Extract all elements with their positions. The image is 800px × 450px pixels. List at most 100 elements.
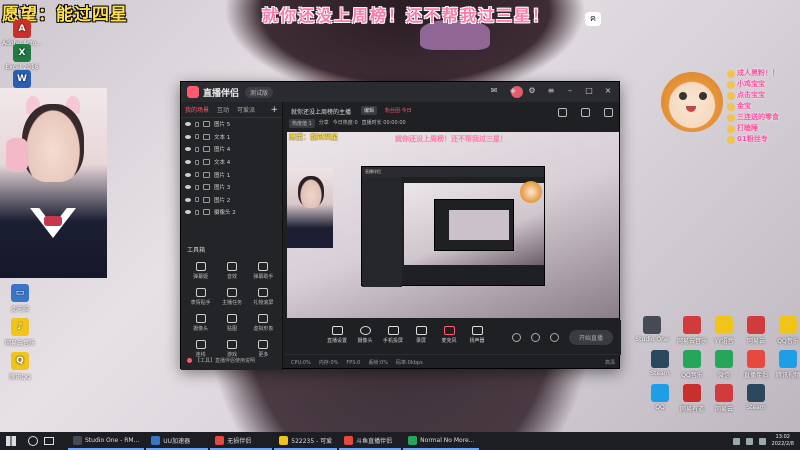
layer-item[interactable]: 图片 4: [181, 143, 282, 156]
tool-item[interactable]: 弹幕助手: [248, 262, 279, 280]
visibility-icon[interactable]: [185, 134, 191, 139]
speaker-button[interactable]: 扬声器: [463, 326, 491, 344]
message-icon[interactable]: ✉: [489, 86, 499, 96]
screen-record-button[interactable]: 录屏: [407, 326, 435, 344]
record-icon[interactable]: [581, 108, 590, 117]
fullscreen-icon[interactable]: [604, 108, 613, 117]
minimize-icon[interactable]: –: [565, 86, 575, 96]
steam-icon: [747, 384, 765, 402]
lock-icon[interactable]: [195, 146, 199, 152]
lock-icon[interactable]: [195, 184, 199, 190]
desktop-icon[interactable]: A Adobe Acro...: [2, 20, 42, 47]
camera-icon: [359, 326, 371, 335]
start-button[interactable]: [0, 432, 22, 450]
visibility-icon[interactable]: [185, 197, 191, 202]
add-scene-icon[interactable]: +: [270, 105, 278, 115]
layer-item[interactable]: 图片 2: [181, 194, 282, 207]
desktop-icon[interactable]: 腾讯视频: [768, 350, 800, 379]
tab-interact[interactable]: 互动: [217, 105, 229, 114]
tool-item[interactable]: 连线: [185, 340, 216, 358]
title-bar[interactable]: 直播伴侣 测试版 ✉ ◈ ⚙ ≡ – □ ×: [181, 82, 619, 102]
effects-icon[interactable]: [530, 333, 540, 342]
maximize-icon[interactable]: □: [584, 86, 594, 96]
desktop-icon[interactable]: ▭ 此电脑: [0, 284, 40, 313]
lock-icon[interactable]: [195, 134, 199, 140]
visibility-icon[interactable]: [185, 185, 191, 190]
task-view-icon[interactable]: [44, 437, 54, 445]
live-companion-window[interactable]: 直播伴侣 测试版 ✉ ◈ ⚙ ≡ – □ × 我的场景 互动 可爱派 + 图片 …: [180, 81, 621, 370]
lock-icon[interactable]: [195, 121, 199, 127]
visibility-icon[interactable]: [185, 172, 191, 177]
layer-item[interactable]: 摄像头 2: [181, 206, 282, 219]
tab-scene[interactable]: 我的场景: [185, 105, 209, 114]
phone-cast-button[interactable]: 手机投屏: [379, 326, 407, 344]
desktop-icon[interactable]: Studio One: [632, 316, 672, 343]
edit-title-button[interactable]: 编辑: [361, 106, 378, 115]
layer-item[interactable]: 图片 1: [181, 168, 282, 181]
fans-label[interactable]: 粉丝团·今日: [385, 107, 412, 114]
tool-item[interactable]: 礼物滚屏: [248, 288, 279, 306]
layer-type-icon: [203, 196, 210, 203]
tool-item[interactable]: 弹幕姬: [185, 262, 216, 280]
stream-preview[interactable]: 愿望：能过四星 就你还没上周榜！还不帮我过三星！ 直播伴侣: [287, 132, 619, 318]
lock-icon[interactable]: [195, 159, 199, 165]
camera-button[interactable]: 摄像头: [351, 326, 379, 344]
menu-icon[interactable]: ≡: [546, 86, 556, 96]
desktop-icon[interactable]: Steam: [736, 384, 776, 411]
gift-row: 点击宝宝: [727, 90, 797, 101]
desktop-icon[interactable]: Q 腾讯QQ: [0, 352, 40, 381]
tab-cute[interactable]: 可爱派: [237, 105, 255, 114]
tool-item[interactable]: 摄像头: [185, 314, 216, 332]
close-icon[interactable]: ×: [603, 86, 613, 96]
taskbar-app[interactable]: UU加速器: [146, 432, 209, 450]
lock-icon[interactable]: [195, 172, 199, 178]
taskbar-app[interactable]: 无损伴侣: [210, 432, 273, 450]
settings-icon[interactable]: ⚙: [527, 86, 537, 96]
visibility-icon[interactable]: [185, 210, 191, 215]
tool-item[interactable]: 虚拟形象: [248, 314, 279, 332]
tool-item[interactable]: 游戏: [216, 340, 247, 358]
help-link[interactable]: 【工具】直播伴侣使用说明: [187, 357, 255, 364]
volume-icon[interactable]: [745, 437, 753, 445]
ime-icon[interactable]: [758, 437, 766, 445]
tool-item[interactable]: 更多: [248, 340, 279, 358]
taskbar-app[interactable]: Normal No More...: [403, 432, 480, 450]
tool-item[interactable]: 主播任务: [216, 288, 247, 306]
layer-item[interactable]: 图片 5: [181, 118, 282, 131]
desktop-icon[interactable]: W: [2, 70, 42, 90]
share-icon[interactable]: [558, 108, 567, 117]
desktop-icon[interactable]: X Excel 2016: [2, 44, 42, 71]
network-icon[interactable]: [732, 437, 740, 445]
gift-icon[interactable]: ◈: [508, 86, 518, 96]
microphone-button[interactable]: 麦克风: [435, 326, 463, 344]
lock-icon[interactable]: [195, 209, 199, 215]
tool-item[interactable]: 表情贴手: [185, 288, 216, 306]
layer-type-icon: [203, 133, 210, 140]
layer-item[interactable]: 文本 1: [181, 131, 282, 144]
beauty-icon[interactable]: [511, 333, 521, 342]
visibility-icon[interactable]: [185, 122, 191, 127]
clock[interactable]: 13:02 2022/2/8: [772, 434, 794, 448]
gift-icon: [727, 135, 735, 144]
tool-item[interactable]: 贴图: [216, 314, 247, 332]
visibility-icon[interactable]: [185, 147, 191, 152]
start-live-button[interactable]: 开始直播: [568, 330, 613, 345]
layer-label: 图片 5: [214, 122, 231, 129]
taskbar-app[interactable]: 522235 - 可爱: [274, 432, 338, 450]
taskbar-app[interactable]: 斗鱼直播伴侣: [339, 432, 402, 450]
quality-selector[interactable]: 高清: [605, 359, 615, 366]
layer-item[interactable]: 文本 4: [181, 156, 282, 169]
gift-icon: [727, 80, 735, 89]
lock-icon[interactable]: [195, 197, 199, 203]
desktop-icon[interactable]: QQ音乐: [768, 316, 800, 345]
taskbar-app[interactable]: Studio One - RM...: [68, 432, 145, 450]
tool-item[interactable]: 音效: [216, 262, 247, 280]
visibility-icon[interactable]: [185, 160, 191, 165]
desktop-icon[interactable]: ♪ 网易云音乐: [0, 318, 40, 347]
layer-item[interactable]: 图片 3: [181, 181, 282, 194]
config-icon[interactable]: [549, 333, 559, 342]
live-settings-button[interactable]: 直播设置: [323, 326, 351, 344]
share-button[interactable]: 分享: [319, 119, 329, 128]
memory-stat: 内存:0%: [318, 360, 339, 366]
search-icon[interactable]: [28, 436, 38, 446]
